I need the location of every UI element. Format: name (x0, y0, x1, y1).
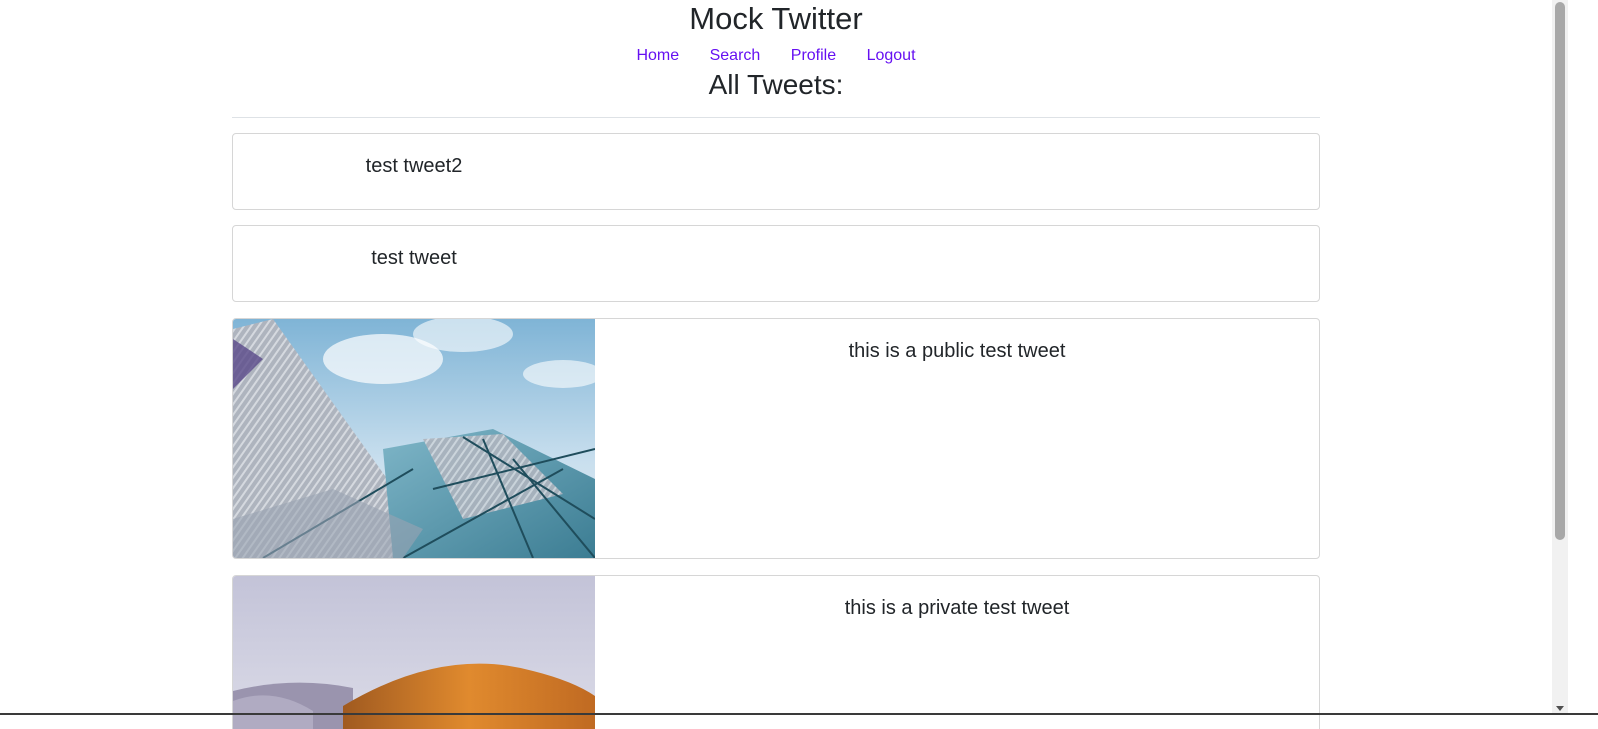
scroll-down-arrow-icon[interactable] (1556, 706, 1564, 711)
nav-logout-link[interactable]: Logout (867, 47, 916, 64)
tweet-text: test tweet2 (365, 155, 463, 177)
scrollbar-thumb[interactable] (1555, 2, 1565, 540)
tweet-card[interactable]: test tweet (232, 225, 1320, 302)
tweet-card[interactable]: this is a public test tweet (232, 318, 1320, 559)
site-title: Mock Twitter (689, 1, 863, 36)
tweet-text: test tweet (371, 247, 457, 269)
vertical-scrollbar[interactable] (1552, 0, 1568, 713)
main-nav: Home Search Profile Logout (0, 45, 1552, 67)
tweet-text: this is a private test tweet (844, 597, 1070, 619)
tweet-card[interactable]: this is a private test tweet (232, 575, 1320, 729)
tweet-image (233, 576, 595, 729)
window-bottom-edge (0, 713, 1598, 715)
nav-profile-link[interactable]: Profile (791, 47, 836, 64)
divider (232, 117, 1320, 118)
tweet-card[interactable]: test tweet2 (232, 133, 1320, 210)
tweet-image (233, 319, 595, 558)
nav-search-link[interactable]: Search (710, 47, 761, 64)
tweet-text: this is a public test tweet (848, 340, 1066, 362)
nav-home-link[interactable]: Home (636, 47, 679, 64)
page: Mock Twitter Home Search Profile Logout … (0, 0, 1598, 729)
section-title: All Tweets: (708, 69, 844, 100)
